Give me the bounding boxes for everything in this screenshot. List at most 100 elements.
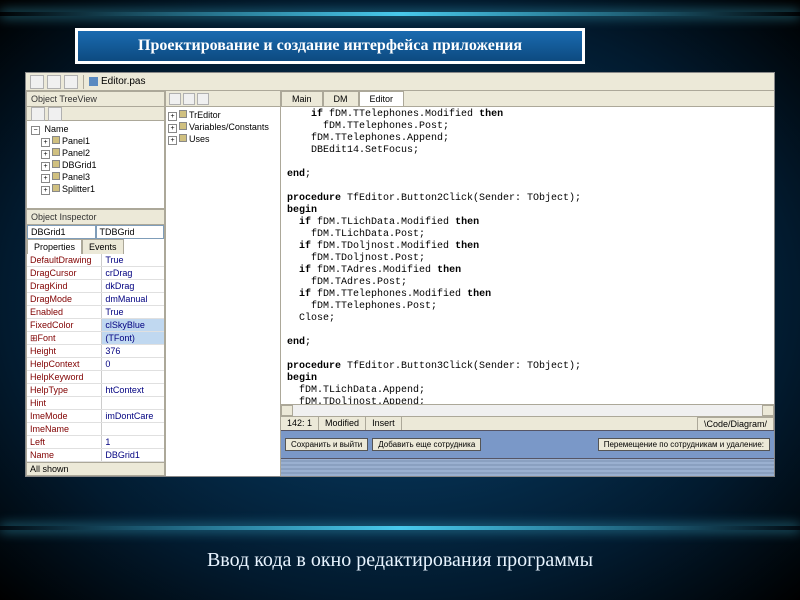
property-row[interactable]: Hint (27, 397, 164, 410)
property-row[interactable]: Height376 (27, 345, 164, 358)
property-row[interactable]: HelpKeyword (27, 371, 164, 384)
property-value[interactable]: 0 (102, 358, 164, 370)
toolbar-button[interactable] (30, 75, 44, 89)
structure-node[interactable]: +TrEditor (168, 109, 278, 121)
property-name: DragKind (27, 280, 102, 292)
unit-tab-main[interactable]: Main (281, 91, 323, 106)
property-value[interactable]: dmManual (102, 293, 164, 305)
status-position: 142: 1 (281, 417, 319, 430)
toolbar-button[interactable] (47, 75, 61, 89)
property-value[interactable]: crDrag (102, 267, 164, 279)
structure-tool-button[interactable] (197, 93, 209, 105)
property-value[interactable] (102, 397, 164, 409)
delphi-ide-window: Editor.pas Object TreeView − Name +Panel… (25, 72, 775, 477)
property-row[interactable]: FixedColorclSkyBlue (27, 319, 164, 332)
property-value[interactable]: DBGrid1 (102, 449, 164, 461)
property-name: Height (27, 345, 102, 357)
expand-icon[interactable]: + (168, 112, 177, 121)
inspector-combo[interactable]: DBGrid1 TDBGrid (27, 225, 164, 239)
property-row[interactable]: HelpTypehtContext (27, 384, 164, 397)
property-value[interactable]: htContext (102, 384, 164, 396)
tree-node[interactable]: +DBGrid1 (29, 159, 162, 171)
property-grid[interactable]: DefaultDrawingTrueDragCursorcrDragDragKi… (27, 254, 164, 462)
property-row[interactable]: HelpContext0 (27, 358, 164, 371)
property-value[interactable]: 1 (102, 436, 164, 448)
property-value[interactable] (102, 423, 164, 435)
component-icon (52, 148, 60, 156)
file-icon (89, 77, 98, 86)
property-name: DefaultDrawing (27, 254, 102, 266)
tree-node[interactable]: +Panel2 (29, 147, 162, 159)
expand-icon[interactable]: − (31, 126, 40, 135)
inspector-component-type: TDBGrid (96, 225, 165, 239)
property-row[interactable]: EnabledTrue (27, 306, 164, 319)
expand-icon[interactable]: + (41, 150, 50, 159)
tree-node[interactable]: +Splitter1 (29, 183, 162, 195)
component-icon (52, 136, 60, 144)
toolbar-separator (83, 75, 84, 89)
property-row[interactable]: DragModedmManual (27, 293, 164, 306)
code-editor[interactable]: if fDM.TTelephones.Modified then fDM.TTe… (281, 107, 774, 404)
view-tabs[interactable]: \Code/Diagram/ (698, 417, 774, 430)
form-button-navigate[interactable]: Перемещение по сотрудникам и удаление: (598, 438, 770, 451)
form-button-add-employee[interactable]: Добавить еще сотрудника (372, 438, 481, 451)
structure-tool-button[interactable] (183, 93, 195, 105)
toolbar-button[interactable] (64, 75, 78, 89)
property-row[interactable]: DragCursorcrDrag (27, 267, 164, 280)
left-dock: Object TreeView − Name +Panel1+Panel2+DB… (26, 91, 166, 476)
object-treeview-panel: Object TreeView − Name +Panel1+Panel2+DB… (26, 91, 165, 209)
property-value[interactable]: imDontCare (102, 410, 164, 422)
property-row[interactable]: Left1 (27, 436, 164, 449)
property-value[interactable] (102, 371, 164, 383)
property-row[interactable]: DefaultDrawingTrue (27, 254, 164, 267)
tree-tool-button[interactable] (31, 107, 45, 121)
property-name: FixedColor (27, 319, 102, 331)
property-value[interactable]: True (102, 254, 164, 266)
folder-icon (179, 134, 187, 142)
tab-events[interactable]: Events (82, 239, 124, 254)
property-value[interactable]: clSkyBlue (102, 319, 164, 331)
object-tree[interactable]: − Name +Panel1+Panel2+DBGrid1+Panel3+Spl… (27, 121, 164, 208)
structure-node[interactable]: +Uses (168, 133, 278, 145)
expand-icon[interactable]: + (41, 162, 50, 171)
property-row[interactable]: ImeModeimDontCare (27, 410, 164, 423)
tree-tool-button[interactable] (48, 107, 62, 121)
tree-node[interactable]: +Panel3 (29, 171, 162, 183)
expand-icon[interactable]: + (41, 186, 50, 195)
folder-icon (179, 110, 187, 118)
property-name: HelpType (27, 384, 102, 396)
tab-properties[interactable]: Properties (27, 239, 82, 254)
editor-filename: Editor.pas (101, 76, 145, 87)
property-row[interactable]: ImeName (27, 423, 164, 436)
property-value[interactable]: True (102, 306, 164, 318)
scroll-left-button[interactable] (281, 405, 293, 416)
object-treeview-title: Object TreeView (27, 92, 164, 107)
property-name: HelpContext (27, 358, 102, 370)
structure-tree[interactable]: +TrEditor+Variables/Constants+Uses (166, 107, 280, 147)
expand-icon[interactable]: + (168, 136, 177, 145)
expand-icon[interactable]: + (168, 124, 177, 133)
unit-tab-editor[interactable]: Editor (359, 91, 405, 106)
inspector-footer: All shown (27, 462, 164, 475)
tree-node[interactable]: +Panel1 (29, 135, 162, 147)
property-row[interactable]: DragKinddkDrag (27, 280, 164, 293)
expand-icon[interactable]: + (41, 138, 50, 147)
property-row[interactable]: NameDBGrid1 (27, 449, 164, 462)
property-row[interactable]: ⊞Font(TFont) (27, 332, 164, 345)
scroll-track[interactable] (293, 405, 762, 416)
form-button-save-exit[interactable]: Сохранить и выйти (285, 438, 368, 451)
horizontal-scrollbar[interactable] (281, 404, 774, 416)
decorative-glow-bottom (0, 526, 800, 530)
expand-icon[interactable]: + (41, 174, 50, 183)
property-name: ImeMode (27, 410, 102, 422)
inspector-component-name[interactable]: DBGrid1 (27, 225, 96, 239)
property-value[interactable]: dkDrag (102, 280, 164, 292)
property-value[interactable]: 376 (102, 345, 164, 357)
property-value[interactable]: (TFont) (102, 332, 164, 344)
structure-node[interactable]: +Variables/Constants (168, 121, 278, 133)
tree-root[interactable]: − Name (29, 123, 162, 135)
unit-tab-dm[interactable]: DM (323, 91, 359, 106)
structure-tool-button[interactable] (169, 93, 181, 105)
form-designer-grid[interactable] (281, 458, 774, 476)
scroll-right-button[interactable] (762, 405, 774, 416)
